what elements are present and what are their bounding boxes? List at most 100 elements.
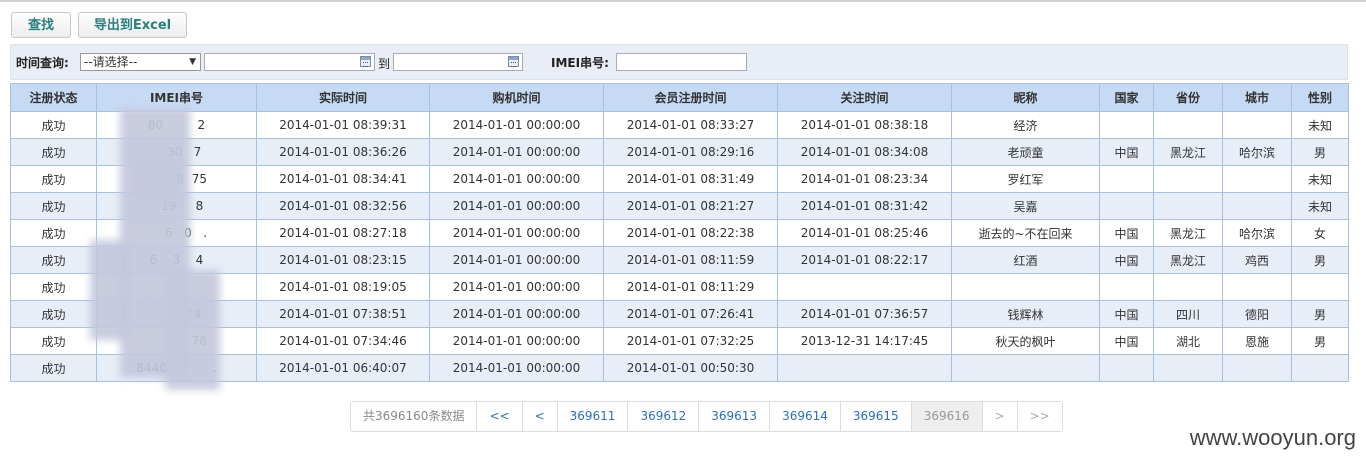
table-row[interactable]: 成功 6 3 4 2014-01-01 08:23:15 2014-01-01 00:… — [10, 246, 1349, 274]
imei-input[interactable] — [616, 53, 747, 71]
column-header[interactable]: 购机时间 — [429, 83, 604, 112]
cell-province — [1153, 165, 1223, 193]
pagination-page[interactable]: 369613 — [698, 402, 770, 431]
cell-city — [1222, 273, 1292, 301]
table-row[interactable]: 成功 6 0 . 2014-01-01 08:27:18 2014-01-01 00… — [10, 219, 1349, 247]
table-row[interactable]: 成功 8440 . 2014-01-01 06:40:07 2014-01-01 00… — [10, 354, 1349, 382]
cell-nickname: 经济 — [951, 111, 1100, 139]
cell-purchase-time: 2014-01-01 00:00:00 — [429, 273, 604, 301]
cell-country — [1099, 165, 1154, 193]
cell-actual-time: 2014-01-01 08:32:56 — [256, 192, 430, 220]
cell-imei: 6 0 . — [96, 219, 257, 247]
cell-province — [1153, 273, 1223, 301]
start-date-input[interactable] — [204, 53, 375, 71]
table-row[interactable]: 成功 30 7 2014-01-01 08:36:26 2014-01-01 00:… — [10, 138, 1349, 166]
cell-purchase-time: 2014-01-01 00:00:00 — [429, 165, 604, 193]
to-label: 到 — [378, 57, 391, 71]
cell-follow-time: 2014-01-01 07:36:57 — [777, 300, 952, 328]
cell-country: 中国 — [1099, 300, 1154, 328]
cell-register-time: 2014-01-01 08:29:16 — [603, 138, 778, 166]
column-header[interactable]: 国家 — [1099, 83, 1154, 112]
cell-follow-time: 2013-12-31 14:17:45 — [777, 327, 952, 355]
pagination-prev[interactable]: < — [521, 402, 557, 431]
column-header[interactable]: 昵称 — [951, 83, 1100, 112]
time-query-label: 时间查询: — [16, 56, 69, 70]
calendar-icon[interactable] — [360, 56, 371, 67]
search-button[interactable]: 查找 — [11, 12, 71, 38]
table-row[interactable]: 成功 80 2 2014-01-01 08:39:31 2014-01-01 00:0… — [10, 111, 1349, 139]
column-header[interactable]: 实际时间 — [256, 83, 430, 112]
top-border — [0, 0, 1366, 2]
cell-actual-time: 2014-01-01 08:39:31 — [256, 111, 430, 139]
cell-imei: 78 — [96, 327, 257, 355]
column-header[interactable]: 省份 — [1153, 83, 1223, 112]
cell-province: 黑龙江 — [1153, 219, 1223, 247]
cell-register-time: 2014-01-01 08:21:27 — [603, 192, 778, 220]
cell-follow-time: 2014-01-01 08:34:08 — [777, 138, 952, 166]
pagination-page[interactable]: 369615 — [839, 402, 911, 431]
cell-nickname: 钱辉林 — [951, 300, 1100, 328]
calendar-icon[interactable] — [508, 56, 519, 67]
cell-purchase-time: 2014-01-01 00:00:00 — [429, 138, 604, 166]
cell-country: 中国 — [1099, 219, 1154, 247]
cell-actual-time: 2014-01-01 08:34:41 — [256, 165, 430, 193]
column-header[interactable]: IMEI串号 — [96, 83, 257, 112]
cell-province: 黑龙江 — [1153, 138, 1223, 166]
cell-nickname — [951, 354, 1100, 382]
cell-gender: 未知 — [1291, 165, 1349, 193]
column-header[interactable]: 关注时间 — [777, 83, 952, 112]
cell-nickname: 罗红军 — [951, 165, 1100, 193]
column-header[interactable]: 注册状态 — [10, 83, 97, 112]
cell-nickname: 逝去的~不在回来 — [951, 219, 1100, 247]
cell-country — [1099, 192, 1154, 220]
cell-purchase-time: 2014-01-01 00:00:00 — [429, 327, 604, 355]
cell-gender: 男 — [1291, 246, 1349, 274]
cell-actual-time: 2014-01-01 08:23:15 — [256, 246, 430, 274]
table-row[interactable]: 成功 78 2014-01-01 07:34:46 2014-01-01 00:00… — [10, 327, 1349, 355]
pagination-last[interactable]: >> — [1016, 402, 1062, 431]
cell-imei: 6 — [96, 273, 257, 301]
table-row[interactable]: 成功 6 2014-01-01 08:19:05 2014-01-01 00:00:0… — [10, 273, 1349, 301]
imei-label: IMEI串号: — [551, 56, 609, 70]
cell-register-time: 2014-01-01 00:50:30 — [603, 354, 778, 382]
time-type-select[interactable]: --请选择-- ▼ — [80, 53, 201, 71]
cell-status: 成功 — [10, 165, 97, 193]
cell-purchase-time: 2014-01-01 00:00:00 — [429, 219, 604, 247]
cell-status: 成功 — [10, 327, 97, 355]
table-row[interactable]: 成功 24 2014-01-01 07:38:51 2014-01-01 00:00… — [10, 300, 1349, 328]
column-header[interactable]: 城市 — [1222, 83, 1292, 112]
pagination-next[interactable]: > — [981, 402, 1017, 431]
cell-gender: 未知 — [1291, 192, 1349, 220]
dropdown-arrow-icon: ▼ — [189, 57, 196, 67]
cell-status: 成功 — [10, 138, 97, 166]
cell-nickname — [951, 273, 1100, 301]
cell-country — [1099, 354, 1154, 382]
cell-imei: 60918 75 — [96, 165, 257, 193]
cell-register-time: 2014-01-01 08:11:59 — [603, 246, 778, 274]
cell-actual-time: 2014-01-01 08:27:18 — [256, 219, 430, 247]
cell-country — [1099, 273, 1154, 301]
cell-status: 成功 — [10, 354, 97, 382]
cell-follow-time — [777, 354, 952, 382]
cell-city — [1222, 111, 1292, 139]
cell-country — [1099, 111, 1154, 139]
cell-actual-time: 2014-01-01 07:38:51 — [256, 300, 430, 328]
table-row[interactable]: 成功 19 8 2014-01-01 08:32:56 2014-01-01 00:… — [10, 192, 1349, 220]
pagination-page[interactable]: 369611 — [556, 402, 628, 431]
cell-register-time: 2014-01-01 08:22:38 — [603, 219, 778, 247]
cell-province — [1153, 111, 1223, 139]
cell-register-time: 2014-01-01 08:31:49 — [603, 165, 778, 193]
column-header[interactable]: 会员注册时间 — [603, 83, 778, 112]
pagination-page[interactable]: 369612 — [627, 402, 699, 431]
filter-bar: 时间查询: --请选择-- ▼ 到 IMEI串号: — [10, 44, 1348, 80]
export-excel-button[interactable]: 导出到Excel — [78, 12, 187, 38]
cell-province: 湖北 — [1153, 327, 1223, 355]
end-date-input[interactable] — [393, 53, 523, 71]
cell-gender: 男 — [1291, 138, 1349, 166]
cell-actual-time: 2014-01-01 06:40:07 — [256, 354, 430, 382]
pagination-total: 共3696160条数据 — [351, 402, 477, 431]
pagination-first[interactable]: << — [476, 402, 522, 431]
column-header[interactable]: 性别 — [1291, 83, 1349, 112]
pagination-page[interactable]: 369614 — [769, 402, 840, 431]
table-row[interactable]: 成功 60918 75 2014-01-01 08:34:41 2014-01-01 … — [10, 165, 1349, 193]
